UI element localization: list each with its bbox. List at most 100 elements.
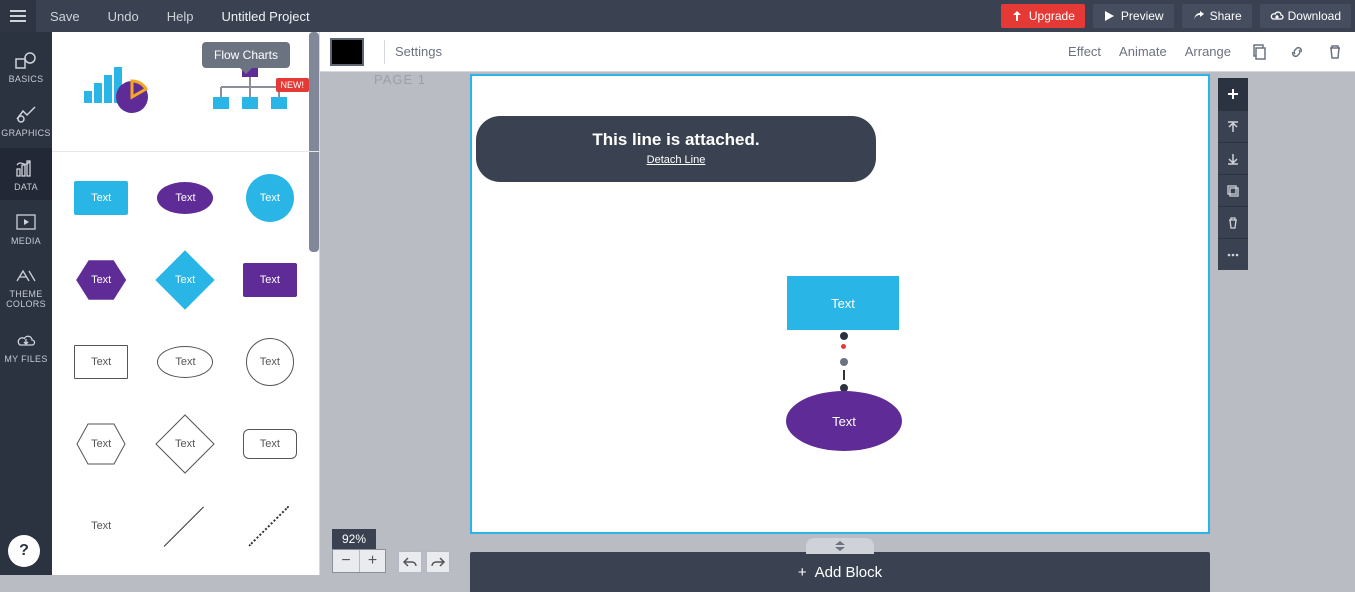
canvas-node-ellipse[interactable]: Text bbox=[786, 391, 902, 451]
upload-icon bbox=[1011, 10, 1023, 22]
shape-label: Text bbox=[260, 192, 280, 204]
rail-theme-colors[interactable]: THEME COLORS bbox=[0, 256, 52, 318]
shape-label: Text bbox=[175, 356, 195, 368]
connector-anchor-indicator bbox=[841, 344, 846, 349]
zoom-out-button[interactable]: − bbox=[333, 550, 359, 572]
rail-media[interactable]: MEDIA bbox=[0, 202, 52, 254]
delete-page-button[interactable] bbox=[1218, 206, 1248, 238]
shape-label: Text bbox=[91, 192, 111, 204]
zoom-value[interactable]: 92% bbox=[332, 529, 376, 549]
shape-rect-outline[interactable]: Text bbox=[64, 334, 138, 390]
shape-diamond-cyan[interactable]: Text bbox=[148, 252, 222, 308]
shape-text[interactable]: Text bbox=[64, 498, 138, 554]
link-icon[interactable] bbox=[1287, 42, 1307, 62]
resize-handle[interactable] bbox=[806, 538, 874, 554]
rail-label: MEDIA bbox=[0, 236, 52, 246]
plus-icon: + bbox=[798, 564, 807, 581]
shape-line-dashed[interactable] bbox=[233, 498, 307, 554]
settings-button[interactable]: Settings bbox=[395, 44, 442, 59]
download-button[interactable]: Download bbox=[1260, 4, 1351, 28]
trash-icon[interactable] bbox=[1325, 42, 1345, 62]
separator bbox=[384, 40, 385, 64]
rail-label: MY FILES bbox=[0, 354, 52, 364]
play-icon bbox=[1103, 10, 1115, 22]
tooltip-flow-charts: Flow Charts bbox=[202, 42, 290, 68]
rail-label: DATA bbox=[0, 182, 52, 192]
effect-button[interactable]: Effect bbox=[1068, 44, 1101, 59]
shape-ellipse-outline[interactable]: Text bbox=[148, 334, 222, 390]
left-rail: BASICS GRAPHICS DATA MEDIA THEME COLORS … bbox=[0, 32, 52, 575]
preview-button[interactable]: Preview bbox=[1093, 4, 1174, 28]
undo-menu[interactable]: Undo bbox=[94, 9, 153, 24]
toast-message: This line is attached. bbox=[504, 130, 848, 150]
page-tools bbox=[1218, 78, 1248, 270]
shape-diamond-outline[interactable]: Text bbox=[148, 416, 222, 472]
shape-circle-cyan[interactable]: Text bbox=[233, 170, 307, 226]
add-block-label: Add Block bbox=[815, 564, 883, 581]
rail-graphics[interactable]: GRAPHICS bbox=[0, 94, 52, 146]
share-button[interactable]: Share bbox=[1182, 4, 1252, 28]
context-toolbar: Settings Effect Animate Arrange bbox=[320, 32, 1355, 72]
rail-label: THEME COLORS bbox=[0, 290, 52, 310]
chart-icon bbox=[0, 158, 52, 178]
shape-hexagon-purple[interactable]: Text bbox=[64, 252, 138, 308]
rail-basics[interactable]: BASICS bbox=[0, 40, 52, 92]
connector-endpoint-top[interactable] bbox=[838, 330, 850, 342]
arrange-button[interactable]: Arrange bbox=[1185, 44, 1231, 59]
shape-label: Text bbox=[175, 274, 195, 286]
rail-label: BASICS bbox=[0, 74, 52, 84]
page-label: PAGE 1 bbox=[374, 72, 426, 87]
shape-circle-outline[interactable]: Text bbox=[233, 334, 307, 390]
copy-icon[interactable] bbox=[1249, 42, 1269, 62]
color-swatch[interactable] bbox=[330, 38, 364, 66]
canvas-node-rect[interactable]: Text bbox=[787, 276, 899, 330]
panel-categories: Flow Charts NEW! bbox=[52, 32, 319, 152]
add-page-button[interactable] bbox=[1218, 78, 1248, 110]
rail-data[interactable]: DATA bbox=[0, 148, 52, 200]
duplicate-page-button[interactable] bbox=[1218, 174, 1248, 206]
media-icon bbox=[0, 212, 52, 232]
help-menu[interactable]: Help bbox=[153, 9, 208, 24]
zoom-controls: 92% − + bbox=[332, 529, 450, 573]
shape-roundrect-outline[interactable]: Text bbox=[233, 416, 307, 472]
rail-label: GRAPHICS bbox=[0, 128, 52, 138]
zoom-in-button[interactable]: + bbox=[359, 550, 385, 572]
shape-label: Text bbox=[260, 274, 280, 286]
shape-label: Text bbox=[76, 422, 126, 466]
shape-label: Text bbox=[260, 356, 280, 368]
shape-label: Text bbox=[91, 356, 111, 368]
add-block-button[interactable]: + Add Block bbox=[470, 552, 1210, 592]
shape-rect-purple[interactable]: Text bbox=[233, 252, 307, 308]
move-up-button[interactable] bbox=[1218, 110, 1248, 142]
project-title[interactable]: Untitled Project bbox=[207, 9, 323, 24]
detach-line-link[interactable]: Detach Line bbox=[504, 154, 848, 166]
rail-my-files[interactable]: MY FILES bbox=[0, 320, 52, 372]
connector-midpoint[interactable] bbox=[840, 358, 848, 366]
attach-toast: This line is attached. Detach Line bbox=[476, 116, 876, 182]
shape-label: Text bbox=[91, 274, 111, 286]
save-menu[interactable]: Save bbox=[36, 9, 94, 24]
shape-hexagon-outline[interactable]: Text bbox=[64, 416, 138, 472]
new-badge: NEW! bbox=[276, 78, 310, 92]
animate-button[interactable]: Animate bbox=[1119, 44, 1167, 59]
more-page-button[interactable] bbox=[1218, 238, 1248, 270]
canvas-page[interactable]: This line is attached. Detach Line Text … bbox=[470, 74, 1210, 534]
canvas-connector[interactable] bbox=[840, 330, 848, 394]
shapes-icon bbox=[0, 50, 52, 70]
shape-label: Text bbox=[260, 438, 280, 450]
redo-button[interactable] bbox=[426, 551, 450, 573]
move-down-button[interactable] bbox=[1218, 142, 1248, 174]
connector-segment bbox=[843, 370, 845, 380]
shape-ellipse-purple[interactable]: Text bbox=[148, 170, 222, 226]
canvas-area: PAGE 1 This line is attached. Detach Lin… bbox=[320, 72, 1355, 575]
shape-rect-cyan[interactable]: Text bbox=[64, 170, 138, 226]
upgrade-button[interactable]: Upgrade bbox=[1001, 4, 1085, 28]
upgrade-label: Upgrade bbox=[1029, 9, 1075, 23]
graphics-icon bbox=[0, 104, 52, 124]
help-button[interactable]: ? bbox=[8, 535, 40, 567]
theme-icon bbox=[0, 266, 52, 286]
category-charts[interactable] bbox=[80, 57, 154, 126]
shape-line-solid[interactable] bbox=[148, 498, 222, 554]
undo-button[interactable] bbox=[398, 551, 422, 573]
menu-icon[interactable] bbox=[0, 0, 36, 32]
